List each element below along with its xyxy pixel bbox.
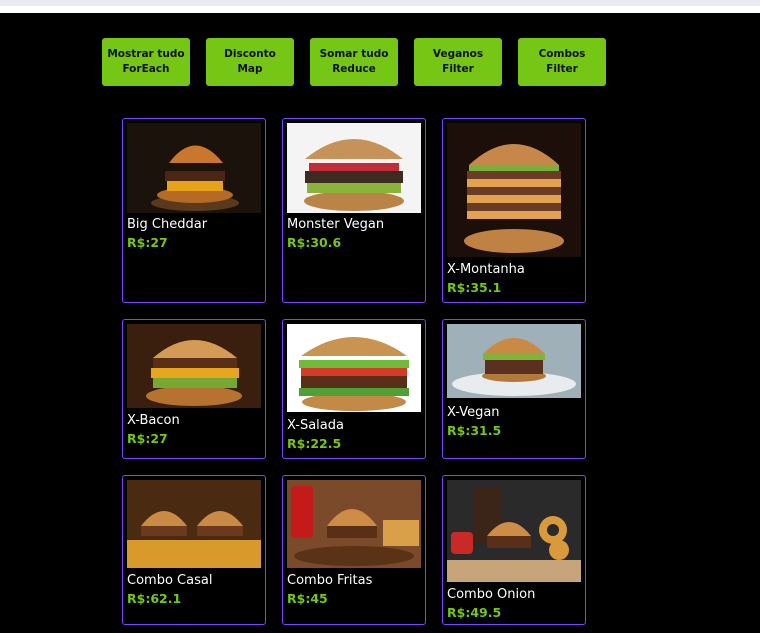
product-name: X-Montanha — [447, 262, 525, 277]
vegans-filter-button[interactable]: Veganos Filter — [414, 38, 502, 86]
button-label: Mostrar tudo — [107, 48, 185, 60]
button-sublabel: Filter — [442, 63, 474, 75]
combos-filter-button[interactable]: Combos Filter — [518, 38, 606, 86]
product-name: Monster Vegan — [287, 217, 385, 232]
product-price: R$:62.1 — [127, 591, 182, 606]
burger-photo — [127, 123, 261, 213]
product-card[interactable]: Combo Fritas R$:45 — [282, 475, 426, 625]
product-card[interactable]: Monster Vegan R$:30.6 — [282, 118, 426, 303]
product-name: X-Salada — [287, 418, 344, 433]
burger-photo — [287, 324, 421, 412]
product-name: X-Bacon — [127, 413, 180, 428]
burger-photo — [447, 480, 581, 582]
product-card[interactable]: Combo Casal R$:62.1 — [122, 475, 266, 625]
product-price: R$:31.5 — [447, 423, 502, 438]
product-card[interactable]: Big Cheddar R$:27 — [122, 118, 266, 303]
sum-all-reduce-button[interactable]: Somar tudo Reduce — [310, 38, 398, 86]
button-label: Somar tudo — [319, 48, 389, 60]
product-price: R$:27 — [127, 431, 168, 446]
product-price: R$:27 — [127, 235, 168, 250]
discount-map-button[interactable]: Disconto Map — [206, 38, 294, 86]
product-price: R$:22.5 — [287, 436, 342, 451]
product-price: R$:30.6 — [287, 235, 342, 250]
button-sublabel: Map — [237, 63, 263, 75]
product-name: X-Vegan — [447, 405, 500, 420]
product-card[interactable]: X-Montanha R$:35.1 — [442, 118, 586, 303]
product-card[interactable]: X-Vegan R$:31.5 — [442, 319, 586, 459]
button-label: Disconto — [224, 48, 276, 60]
product-card[interactable]: X-Salada R$:22.5 — [282, 319, 426, 459]
product-card[interactable]: Combo Onion R$:49.5 — [442, 475, 586, 625]
button-label: Veganos — [432, 48, 484, 60]
button-sublabel: Reduce — [332, 63, 376, 75]
burger-photo — [447, 123, 581, 257]
product-card[interactable]: X-Bacon R$:27 — [122, 319, 266, 459]
burger-photo — [287, 123, 421, 213]
browser-top-strip — [0, 0, 760, 13]
product-price: R$:35.1 — [447, 280, 502, 295]
show-all-foreach-button[interactable]: Mostrar tudo ForEach — [102, 38, 190, 86]
button-sublabel: Filter — [546, 63, 578, 75]
burger-photo — [447, 324, 581, 398]
product-name: Combo Fritas — [287, 573, 373, 588]
product-price: R$:49.5 — [447, 605, 502, 620]
product-name: Big Cheddar — [127, 217, 208, 232]
button-label: Combos — [538, 48, 586, 60]
burger-photo — [287, 480, 421, 568]
button-sublabel: ForEach — [122, 63, 170, 75]
product-name: Combo Casal — [127, 573, 213, 588]
product-price: R$:45 — [287, 591, 328, 606]
product-name: Combo Onion — [447, 587, 536, 602]
burger-photo — [127, 324, 261, 408]
burger-photo — [127, 480, 261, 568]
